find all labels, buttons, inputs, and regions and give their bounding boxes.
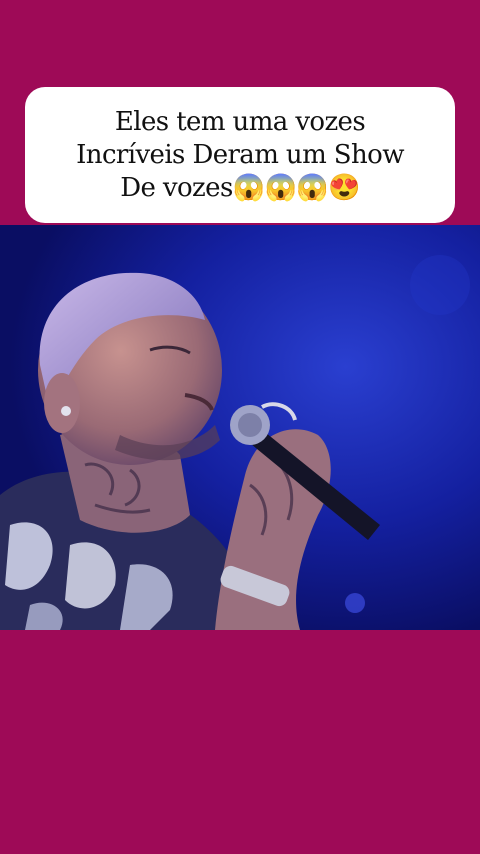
- caption-line-1: Eles tem uma vozes: [114, 106, 366, 137]
- video-frame[interactable]: [0, 225, 480, 630]
- singer-photo: [0, 225, 480, 630]
- ear: [44, 373, 80, 433]
- caption-box: Eles tem uma vozes Incríveis Deram um Sh…: [25, 87, 455, 223]
- caption-line-2: Incríveis Deram um Show: [76, 139, 404, 170]
- caption-line-3: De vozes😱😱😱😍: [120, 172, 360, 203]
- stage-light: [345, 593, 365, 613]
